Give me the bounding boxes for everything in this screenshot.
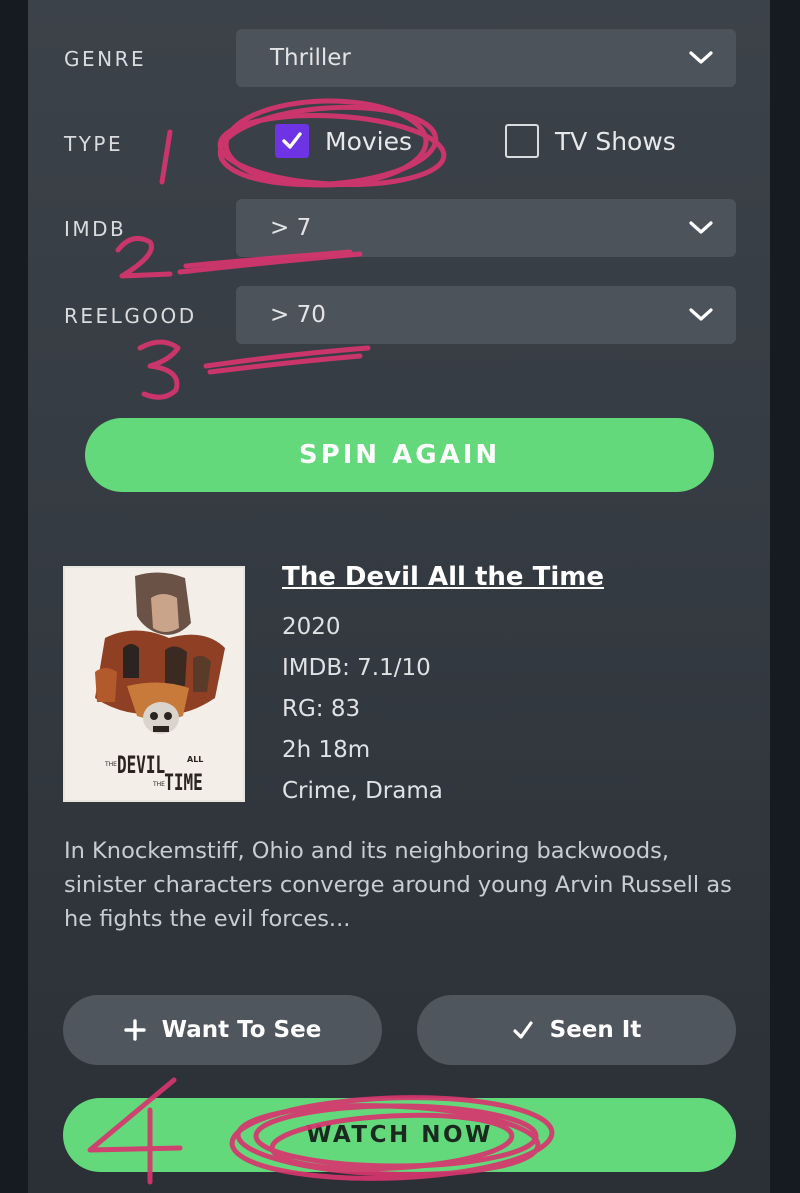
tv-shows-label: TV Shows bbox=[555, 126, 676, 156]
poster-artwork: THE DEVIL ALL THE TIME bbox=[65, 568, 243, 800]
movie-rg-score: RG: 83 bbox=[282, 696, 361, 722]
plus-icon bbox=[123, 1019, 146, 1041]
tv-shows-checkbox[interactable] bbox=[505, 124, 539, 158]
chevron-down-icon bbox=[689, 51, 713, 64]
reelgood-label: REELGOOD bbox=[64, 304, 197, 328]
checkmark-icon bbox=[513, 1021, 533, 1039]
imdb-label: IMDB bbox=[64, 217, 127, 241]
type-option-tv-shows[interactable]: TV Shows bbox=[505, 124, 676, 158]
imdb-select[interactable]: > 7 bbox=[236, 199, 736, 257]
movie-description: In Knockemstiff, Ohio and its neighborin… bbox=[64, 838, 732, 932]
poster-small-all: ALL bbox=[187, 755, 203, 764]
chevron-down-icon bbox=[689, 221, 713, 234]
poster-title-time: TIME bbox=[164, 770, 203, 796]
movies-label: Movies bbox=[325, 126, 413, 156]
reelgood-select[interactable]: > 70 bbox=[236, 286, 736, 344]
type-option-movies[interactable]: Movies bbox=[275, 124, 412, 158]
chevron-down-icon bbox=[689, 308, 713, 321]
movie-poster[interactable]: THE DEVIL ALL THE TIME bbox=[63, 566, 245, 802]
poster-title-devil: DEVIL bbox=[117, 751, 165, 779]
watch-now-button[interactable]: WATCH NOW bbox=[63, 1098, 736, 1172]
movie-title-link[interactable]: The Devil All the Time bbox=[282, 562, 604, 592]
movie-year: 2020 bbox=[282, 614, 341, 640]
spin-again-button[interactable]: SPIN AGAIN bbox=[85, 418, 714, 492]
movie-runtime: 2h 18m bbox=[282, 737, 371, 763]
want-to-see-label: Want To See bbox=[161, 1017, 322, 1043]
want-to-see-button[interactable]: Want To See bbox=[63, 995, 382, 1065]
checkmark-icon bbox=[282, 132, 302, 149]
genre-label: GENRE bbox=[64, 47, 147, 71]
genre-value: Thriller bbox=[270, 45, 351, 71]
type-label: TYPE bbox=[64, 132, 124, 156]
seen-it-label: Seen It bbox=[549, 1017, 642, 1043]
seen-it-button[interactable]: Seen It bbox=[417, 995, 736, 1065]
reelgood-value: > 70 bbox=[270, 302, 326, 328]
movie-genres: Crime, Drama bbox=[282, 778, 443, 804]
movie-imdb-rating: IMDB: 7.1/10 bbox=[282, 655, 431, 681]
poster-small-the: THE bbox=[104, 761, 117, 768]
imdb-value: > 7 bbox=[270, 215, 312, 241]
movies-checkbox[interactable] bbox=[275, 124, 309, 158]
poster-small-the2: THE bbox=[152, 781, 165, 788]
genre-select[interactable]: Thriller bbox=[236, 29, 736, 87]
